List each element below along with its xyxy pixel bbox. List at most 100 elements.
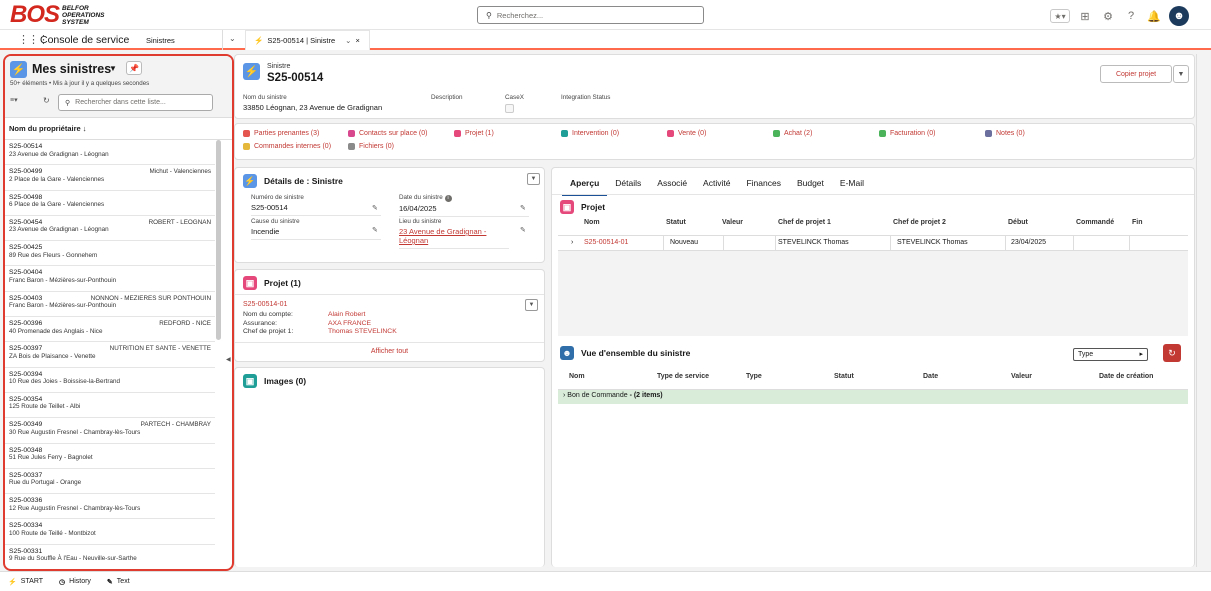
list-item[interactable]: S25-00396 40 Promenade des Anglais - Nice… xyxy=(5,317,215,343)
close-tab-icon[interactable]: × xyxy=(355,36,359,45)
col-chef2[interactable]: Chef de projet 2 xyxy=(893,219,946,226)
claim-number: S25-00404 xyxy=(9,269,43,277)
list-view-title[interactable]: Mes sinistres xyxy=(32,62,111,76)
related-link[interactable]: Intervention (0) xyxy=(561,130,619,137)
list-view-header: ⚡ Mes sinistres ▼ 📌 50+ éléments • Mis à… xyxy=(5,56,232,118)
list-item[interactable]: S25-00331 9 Rue du Souffle À l'Eau - Neuv… xyxy=(5,545,215,569)
related-link[interactable]: Contacts sur place (0) xyxy=(348,130,427,137)
pin-icon[interactable]: 📌 xyxy=(126,61,142,75)
list-item[interactable]: S25-00397 ZA Bois de Plaisance - Venette N… xyxy=(5,342,215,368)
help-icon[interactable]: ? xyxy=(1123,8,1139,24)
value-chef[interactable]: Thomas STEVELINCK xyxy=(328,328,397,337)
ov-col-nom[interactable]: Nom xyxy=(569,373,585,380)
more-actions-chevron-icon[interactable]: ▼ xyxy=(1173,65,1189,83)
edit-pencil-icon[interactable]: ✎ xyxy=(372,204,378,212)
global-actions-icon[interactable]: ⊞ xyxy=(1077,8,1093,24)
col-nom[interactable]: Nom xyxy=(584,219,600,226)
column-header-owner[interactable]: Nom du propriétaire ↓ xyxy=(5,118,232,140)
user-avatar[interactable]: ☻ xyxy=(1169,6,1189,26)
ov-col-date[interactable]: Date xyxy=(923,373,938,380)
related-link[interactable]: Facturation (0) xyxy=(879,130,936,137)
col-fin[interactable]: Fin xyxy=(1132,219,1143,226)
table-row[interactable]: › S25-00514-01 Nouveau STEVELINCK Thomas… xyxy=(558,236,1188,251)
tab-menu-chevron-icon[interactable]: ⌄ xyxy=(345,36,351,45)
list-item[interactable]: S25-00454 23 Avenue de Gradignan - Léogna… xyxy=(5,216,215,242)
ov-col-valeur[interactable]: Valeur xyxy=(1011,373,1032,380)
group-chevron-icon[interactable]: › xyxy=(563,392,565,399)
type-select[interactable]: Type ▸ xyxy=(1073,348,1148,361)
col-chef1[interactable]: Chef de projet 1 xyxy=(778,219,831,226)
col-debut[interactable]: Début xyxy=(1008,219,1028,226)
details-card-menu-icon[interactable]: ▼ xyxy=(527,173,540,185)
list-item[interactable]: S25-00334 100 Route de Teillé - Montbizot xyxy=(5,519,215,545)
refresh-icon[interactable]: ↻ xyxy=(43,96,50,105)
copy-project-button[interactable]: Copier projet xyxy=(1100,65,1172,83)
group-row-bon-de-commande[interactable]: › Bon de Commande - (2 items) xyxy=(558,390,1188,404)
utility-start[interactable]: ⚡ START xyxy=(8,578,43,586)
related-link[interactable]: Achat (2) xyxy=(773,130,812,137)
workspace-tab[interactable]: ⚡ S25-00514 | Sinistre ⌄ × xyxy=(245,30,370,50)
list-item[interactable]: S25-00348 51 Rue Jules Ferry - Bagnolet xyxy=(5,444,215,469)
list-item[interactable]: S25-00498 6 Place de la Gare - Valencienn… xyxy=(5,191,215,216)
list-item[interactable]: S25-00425 89 Rue des Fleurs - Gonnehem xyxy=(5,241,215,267)
list-item[interactable]: S25-00349 30 Rue Augustin Fresnel - Chamb… xyxy=(5,418,215,444)
value-compte[interactable]: Alain Robert xyxy=(328,311,397,320)
belfor-logo[interactable]: BOS BELFOR OPERATIONS SYSTEM xyxy=(10,3,105,27)
cell-nom[interactable]: S25-00514-01 xyxy=(584,239,628,246)
field-value: 33850 Léognan, 23 Avenue de Gradignan xyxy=(243,103,383,112)
list-search-input[interactable]: ⚲ Rechercher dans cette liste... xyxy=(58,94,213,111)
utility-start-label: START xyxy=(20,578,44,585)
list-item[interactable]: S25-00336 12 Rue Augustin Fresnel - Chamb… xyxy=(5,494,215,520)
col-statut[interactable]: Statut xyxy=(666,219,686,226)
value-assurance[interactable]: AXA FRANCE xyxy=(328,320,397,329)
sort-arrow-icon: ↓ xyxy=(82,124,87,133)
list-item[interactable]: S25-00337 Rue du Portugal - Orange xyxy=(5,469,215,495)
show-all-link[interactable]: Afficher tout xyxy=(235,348,544,355)
related-link[interactable]: Commandes internes (0) xyxy=(243,143,331,150)
related-link[interactable]: Notes (0) xyxy=(985,130,1025,137)
projet-record-link[interactable]: S25-00514-01 xyxy=(243,301,287,308)
related-link[interactable]: Vente (0) xyxy=(667,130,706,137)
list-item[interactable]: S25-00403 Franc Baron - Mézières-sur-Pont… xyxy=(5,292,215,318)
claim-owner: PARTECH - CHAMBRAY xyxy=(140,421,211,429)
ov-col-type[interactable]: Type xyxy=(746,373,762,380)
global-search-input[interactable]: ⚲ Recherchez... xyxy=(477,6,704,24)
lieu-link[interactable]: 23 Avenue de Gradignan - Léognan xyxy=(399,227,509,249)
notifications-bell-icon[interactable]: 🔔 xyxy=(1146,8,1162,24)
list-item[interactable]: S25-00404 Franc Baron - Mézières-sur-Pont… xyxy=(5,266,215,292)
expand-chevron-icon[interactable]: › xyxy=(571,239,573,246)
display-as-icon[interactable]: ≡▾ xyxy=(10,96,18,104)
related-link[interactable]: Projet (1) xyxy=(454,130,494,137)
ov-col-creation[interactable]: Date de création xyxy=(1099,373,1153,380)
utility-history[interactable]: ◷ History xyxy=(59,578,91,586)
edit-pencil-icon[interactable]: ✎ xyxy=(520,204,526,212)
edit-pencil-icon[interactable]: ✎ xyxy=(520,226,526,234)
list-item[interactable]: S25-00514 23 Avenue de Gradignan - Léogna… xyxy=(5,140,215,166)
list-item[interactable]: S25-00354 125 Route de Teillet - Albi xyxy=(5,393,215,419)
utility-text[interactable]: ✎ Text xyxy=(107,578,130,586)
record-highlights: ⚡ Sinistre S25-00514 Copier projet ▼ Nom… xyxy=(234,54,1195,119)
related-link[interactable]: Parties prenantes (3) xyxy=(243,130,319,137)
nav-item-sinistres[interactable]: Sinistres xyxy=(146,36,175,45)
setup-icon[interactable]: ⚙ xyxy=(1100,8,1116,24)
list-scrollbar[interactable] xyxy=(216,140,221,340)
col-valeur[interactable]: Valeur xyxy=(722,219,743,226)
edit-pencil-icon[interactable]: ✎ xyxy=(372,226,378,234)
claim-address: 2 Place de la Gare - Valenciennes xyxy=(9,175,105,183)
related-link[interactable]: Fichiers (0) xyxy=(348,143,394,150)
nav-menu-chevron-icon[interactable]: ⌄ xyxy=(229,34,236,43)
info-icon: i xyxy=(444,195,452,202)
col-commande[interactable]: Commandé xyxy=(1076,219,1114,226)
list-item[interactable]: S25-00394 10 Rue des Joies - Boissise-la-… xyxy=(5,368,215,393)
ov-col-type-service[interactable]: Type de service xyxy=(657,373,709,380)
projet-row-menu-icon[interactable]: ▼ xyxy=(525,299,538,311)
collapse-panel-icon[interactable]: ◀ xyxy=(226,356,231,363)
favorites-icon[interactable]: ★▾ xyxy=(1050,9,1070,23)
projet-card-title[interactable]: Projet (1) xyxy=(264,278,301,288)
list-view-chevron-icon[interactable]: ▼ xyxy=(109,64,117,73)
list-item[interactable]: S25-00499 2 Place de la Gare - Valencienn… xyxy=(5,165,215,191)
refresh-button[interactable]: ↻ xyxy=(1163,344,1181,362)
claim-owner: NUTRITION ET SANTE - VENETTE xyxy=(109,345,211,353)
ov-col-statut[interactable]: Statut xyxy=(834,373,854,380)
images-card-title[interactable]: Images (0) xyxy=(264,376,306,386)
